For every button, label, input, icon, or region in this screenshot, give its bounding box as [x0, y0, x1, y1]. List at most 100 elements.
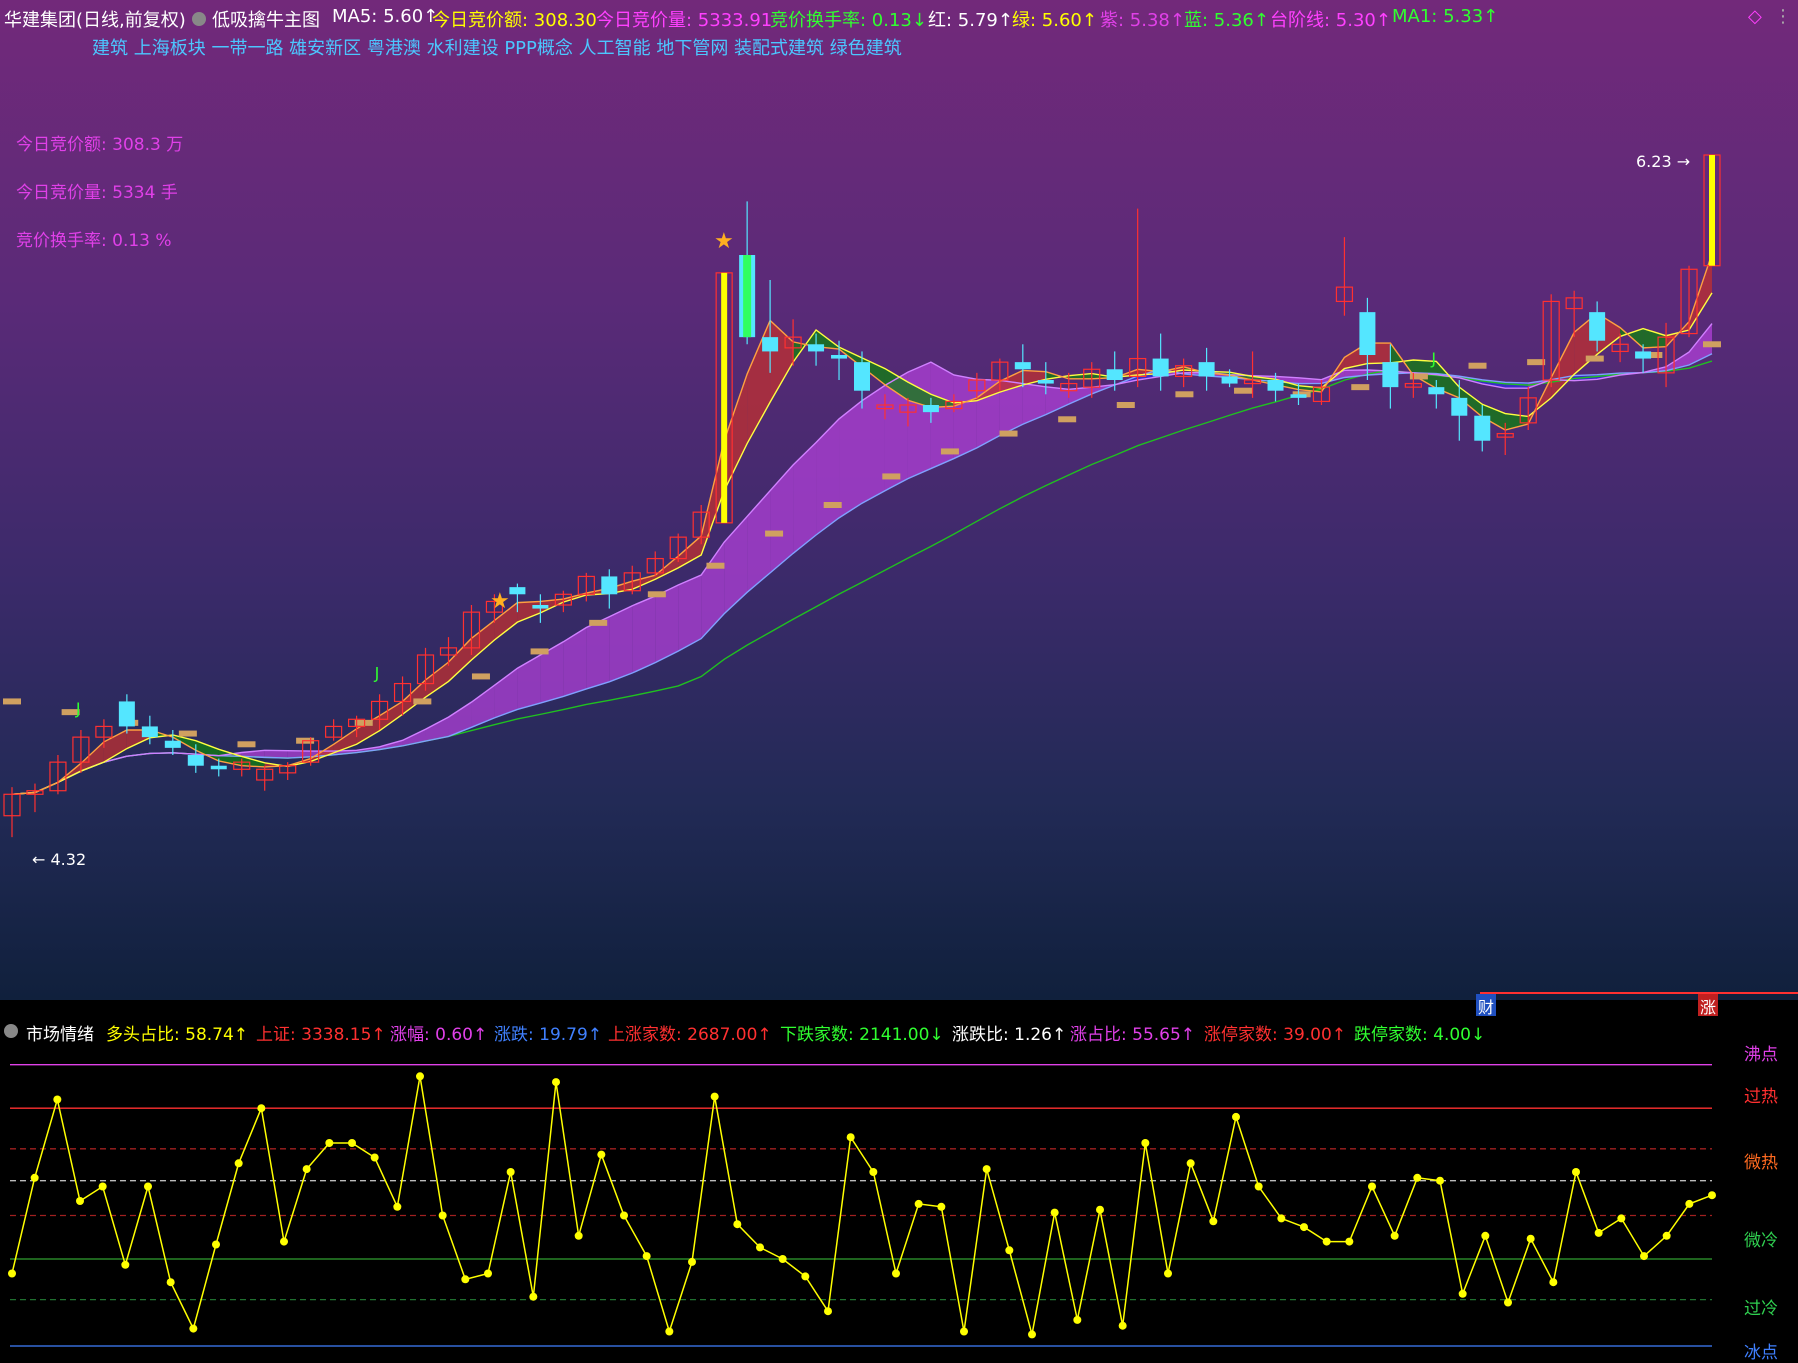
candle-body [1267, 380, 1284, 391]
candle-body [854, 362, 870, 391]
sentiment-point [892, 1269, 900, 1278]
ribbon-purple [724, 516, 748, 614]
sentiment-point [370, 1153, 379, 1162]
sentiment-point [325, 1139, 334, 1147]
sentiment-point [574, 1231, 583, 1240]
step-line-segment [1409, 373, 1428, 380]
candle [532, 594, 549, 623]
j-signal-label: J [374, 663, 380, 682]
runner-icon: ★ [490, 589, 510, 614]
candle-body [210, 765, 227, 770]
up-share-value: 涨占比: 55.65↑ [1070, 1025, 1196, 1045]
ribbon-purple [701, 542, 725, 639]
sentiment-line [11, 1076, 1713, 1335]
signal-bar [743, 255, 752, 338]
change-pct-value: 涨幅: 0.60↑ [390, 1025, 488, 1045]
limit-up-marker[interactable]: 涨 [1698, 994, 1719, 1018]
sentiment-point [484, 1269, 492, 1278]
candle-body [831, 355, 848, 359]
sentiment-point [733, 1220, 742, 1229]
ribbon-purple [862, 385, 885, 504]
candle [1703, 154, 1721, 267]
sentiment-point [1028, 1330, 1036, 1339]
sentiment-point [665, 1327, 674, 1336]
sentiment-point [1685, 1199, 1694, 1208]
sentiment-point [1209, 1217, 1218, 1226]
candle [1359, 297, 1376, 380]
sentiment-point [1526, 1234, 1535, 1243]
finance-marker[interactable]: 财 [1476, 994, 1497, 1018]
candle [164, 730, 181, 755]
ribbon-purple [609, 605, 633, 682]
sentiment-point [280, 1237, 288, 1246]
sentiment-panel[interactable] [0, 1016, 1798, 1356]
sentiment-point [1413, 1173, 1422, 1182]
sentiment-point [506, 1168, 515, 1176]
sentiment-point [824, 1307, 832, 1316]
candlestick-chart[interactable]: J J J 6.23 → ← 4.32 ★ ★ [0, 0, 1798, 1000]
j-signal-label: J [1430, 349, 1436, 368]
sentiment-point [529, 1292, 538, 1301]
candle-body [1198, 362, 1215, 377]
sentiment-point [710, 1092, 719, 1101]
candle-body [1037, 380, 1054, 384]
sentiment-point [846, 1133, 855, 1142]
candle-body [1589, 312, 1606, 341]
ribbon-purple [563, 627, 587, 697]
down-count-value: 下跌家数: 2141.00↓ [780, 1025, 944, 1045]
ribbon-purple [517, 655, 541, 710]
candle-body [1474, 415, 1491, 441]
sentiment-point [416, 1072, 424, 1081]
candle [1152, 333, 1169, 391]
candle-body [532, 605, 549, 609]
sentiment-point [30, 1173, 39, 1182]
candle-body [141, 726, 158, 738]
step-line-segment [530, 648, 549, 655]
candle-body [1152, 358, 1169, 377]
ribbon-purple [632, 596, 656, 674]
ribbon-purple [471, 685, 495, 728]
ribbon-purple [793, 442, 817, 554]
step-line-segment [1175, 391, 1194, 398]
step-line-segment [3, 698, 21, 705]
candle-body [1359, 312, 1376, 355]
ribbon-redgreen [1551, 332, 1575, 398]
sentiment-point [1322, 1237, 1331, 1246]
step-line-segment [765, 530, 784, 537]
sentiment-point [778, 1255, 787, 1263]
sentiment-point [1073, 1315, 1082, 1324]
ribbon-redgreen [448, 638, 472, 682]
sentiment-point [960, 1327, 968, 1336]
candle-body [509, 587, 526, 595]
zone-cold: 过冷 [1744, 1299, 1778, 1319]
step-line-segment [471, 673, 490, 680]
candle [1635, 344, 1652, 373]
sentiment-point [1141, 1139, 1150, 1147]
sentiment-point [212, 1240, 220, 1249]
step-line-segment [178, 730, 197, 737]
sentiment-chart[interactable] [0, 1016, 1798, 1356]
sentiment-point [461, 1275, 470, 1284]
step-line-segment [882, 473, 901, 480]
step-line-segment [237, 741, 256, 748]
step-line-segment [999, 430, 1018, 437]
ribbon-redgreen [402, 680, 426, 715]
ribbon-purple [839, 400, 862, 518]
candle-body [187, 755, 204, 766]
change-value: 涨跌: 19.79↑ [494, 1025, 603, 1045]
candle-body [601, 576, 618, 595]
step-line-segment [1116, 402, 1135, 408]
ma3-line [11, 253, 1713, 795]
candle-body [1382, 362, 1399, 388]
candle [3, 787, 21, 838]
sentiment-point [8, 1269, 16, 1278]
sentiment-point [1164, 1269, 1172, 1278]
sentiment-point [1594, 1228, 1603, 1237]
step-line-segment [1585, 355, 1604, 362]
candle-body [762, 337, 779, 352]
step-line-segment [1527, 359, 1546, 366]
sentiment-point [1345, 1237, 1354, 1246]
step-line-segment [823, 502, 842, 508]
step-line-segment [647, 591, 666, 598]
main-chart-panel[interactable]: 华建集团(日线,前复权) 低吸擒牛主图 MA5: 5.60↑ 今日竞价额: 30… [0, 0, 1798, 1018]
